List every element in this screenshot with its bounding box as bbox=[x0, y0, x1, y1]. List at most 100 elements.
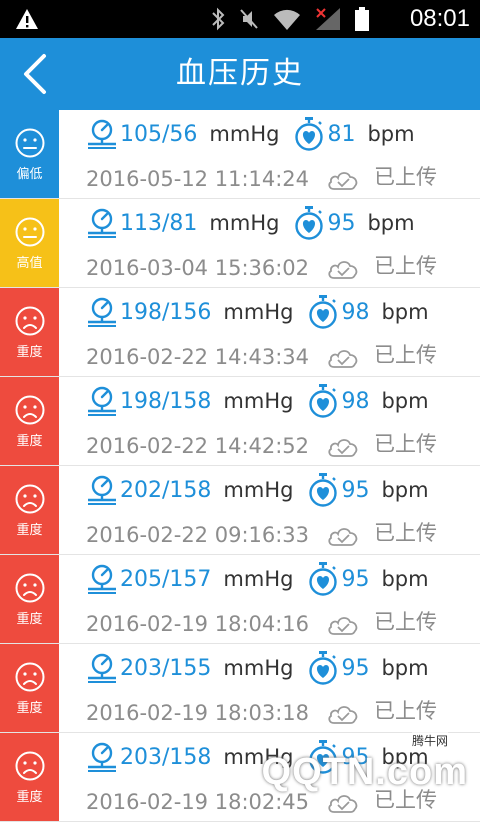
upload-status: 已上传 bbox=[374, 788, 437, 812]
heart-rate-value: 81 bbox=[327, 121, 356, 147]
face-icon bbox=[15, 484, 44, 513]
page-title: 血压历史 bbox=[176, 56, 304, 91]
blood-pressure-value: 205/157 bbox=[120, 566, 212, 592]
heart-rate-unit: bpm bbox=[381, 656, 429, 680]
level-label: 重度 bbox=[16, 700, 43, 716]
cloud-check-icon bbox=[328, 172, 358, 190]
level-label: 重度 bbox=[16, 522, 43, 538]
level-label: 偏低 bbox=[16, 166, 43, 182]
heart-rate-stopwatch-icon bbox=[295, 117, 324, 151]
blood-pressure-value: 198/156 bbox=[120, 299, 212, 325]
blood-pressure-value: 198/158 bbox=[120, 388, 212, 414]
heart-rate-stopwatch-icon bbox=[309, 295, 338, 329]
face-icon bbox=[15, 395, 44, 424]
bp-record-row[interactable]: 重度 203/158 mmHg 95 bpm 2016-02-19 18:02:… bbox=[0, 733, 480, 822]
record-datetime: 2016-05-12 11:14:24 bbox=[86, 167, 310, 191]
level-badge: 重度 bbox=[0, 377, 59, 465]
record-datetime: 2016-02-22 14:43:34 bbox=[86, 345, 310, 369]
bp-record-row[interactable]: 高值 113/81 mmHg 95 bpm 2016-03-04 15:36:0… bbox=[0, 199, 480, 288]
heart-rate-unit: bpm bbox=[367, 211, 415, 235]
blood-pressure-gauge-icon bbox=[88, 297, 116, 327]
cloud-check-icon bbox=[328, 617, 358, 635]
level-badge: 重度 bbox=[0, 466, 59, 554]
heart-rate-unit: bpm bbox=[367, 122, 415, 146]
heart-rate-stopwatch-icon bbox=[309, 651, 338, 685]
bp-record-row[interactable]: 偏低 105/56 mmHg 81 bpm 2016-05-12 11:14:2… bbox=[0, 110, 480, 199]
heart-rate-stopwatch-icon bbox=[309, 740, 338, 774]
upload-status: 已上传 bbox=[374, 610, 437, 634]
cloud-check-icon bbox=[328, 261, 358, 279]
blood-pressure-value: 203/155 bbox=[120, 655, 212, 681]
blood-pressure-gauge-icon bbox=[88, 475, 116, 505]
upload-status: 已上传 bbox=[374, 343, 437, 367]
level-label: 高值 bbox=[16, 255, 43, 271]
status-bar: 08:01 bbox=[0, 0, 480, 38]
blood-pressure-gauge-icon bbox=[88, 742, 116, 772]
blood-pressure-gauge-icon bbox=[88, 208, 116, 238]
level-badge: 高值 bbox=[0, 199, 59, 287]
blood-pressure-value: 203/158 bbox=[120, 744, 212, 770]
record-datetime: 2016-03-04 15:36:02 bbox=[86, 256, 310, 280]
pressure-unit: mmHg bbox=[223, 389, 294, 413]
face-icon bbox=[15, 306, 44, 335]
bp-record-row[interactable]: 重度 198/158 mmHg 98 bpm 2016-02-22 14:42:… bbox=[0, 377, 480, 466]
heart-rate-value: 95 bbox=[341, 477, 370, 503]
pressure-unit: mmHg bbox=[209, 211, 280, 235]
upload-status: 已上传 bbox=[374, 699, 437, 723]
level-label: 重度 bbox=[16, 344, 43, 360]
mute-icon bbox=[240, 9, 258, 29]
upload-status: 已上传 bbox=[374, 432, 437, 456]
pressure-unit: mmHg bbox=[209, 122, 280, 146]
heart-rate-stopwatch-icon bbox=[295, 206, 324, 240]
heart-rate-value: 95 bbox=[341, 566, 370, 592]
record-datetime: 2016-02-22 09:16:33 bbox=[86, 523, 310, 547]
blood-pressure-value: 113/81 bbox=[120, 210, 198, 236]
cloud-check-icon bbox=[328, 795, 358, 813]
heart-rate-unit: bpm bbox=[381, 300, 429, 324]
pressure-unit: mmHg bbox=[223, 656, 294, 680]
heart-rate-value: 95 bbox=[341, 744, 370, 770]
signal-icon bbox=[316, 8, 340, 30]
level-label: 重度 bbox=[16, 611, 43, 627]
bp-record-row[interactable]: 重度 198/156 mmHg 98 bpm 2016-02-22 14:43:… bbox=[0, 288, 480, 377]
level-badge: 重度 bbox=[0, 555, 59, 643]
upload-status: 已上传 bbox=[374, 254, 437, 278]
face-icon bbox=[15, 573, 44, 602]
pressure-unit: mmHg bbox=[223, 478, 294, 502]
bp-history-list: 偏低 105/56 mmHg 81 bpm 2016-05-12 11:14:2… bbox=[0, 110, 480, 822]
record-datetime: 2016-02-22 14:42:52 bbox=[86, 434, 310, 458]
level-label: 重度 bbox=[16, 433, 43, 449]
level-badge: 重度 bbox=[0, 733, 59, 821]
blood-pressure-gauge-icon bbox=[88, 564, 116, 594]
heart-rate-value: 95 bbox=[327, 210, 356, 236]
face-icon bbox=[15, 662, 44, 691]
blood-pressure-gauge-icon bbox=[88, 119, 116, 149]
battery-icon bbox=[355, 7, 369, 31]
bp-record-row[interactable]: 重度 202/158 mmHg 95 bpm 2016-02-22 09:16:… bbox=[0, 466, 480, 555]
heart-rate-unit: bpm bbox=[381, 745, 429, 769]
record-datetime: 2016-02-19 18:02:45 bbox=[86, 790, 310, 814]
cloud-check-icon bbox=[328, 350, 358, 368]
face-icon bbox=[15, 128, 44, 157]
heart-rate-stopwatch-icon bbox=[309, 562, 338, 596]
level-badge: 偏低 bbox=[0, 110, 59, 198]
heart-rate-value: 95 bbox=[341, 655, 370, 681]
cloud-check-icon bbox=[328, 528, 358, 546]
bluetooth-icon bbox=[212, 7, 225, 31]
wifi-icon bbox=[274, 9, 300, 30]
upload-status: 已上传 bbox=[374, 165, 437, 189]
blood-pressure-gauge-icon bbox=[88, 653, 116, 683]
blood-pressure-value: 105/56 bbox=[120, 121, 198, 147]
bp-record-row[interactable]: 重度 203/155 mmHg 95 bpm 2016-02-19 18:03:… bbox=[0, 644, 480, 733]
face-icon bbox=[15, 751, 44, 780]
pressure-unit: mmHg bbox=[223, 745, 294, 769]
heart-rate-value: 98 bbox=[341, 299, 370, 325]
blood-pressure-gauge-icon bbox=[88, 386, 116, 416]
cloud-check-icon bbox=[328, 706, 358, 724]
heart-rate-unit: bpm bbox=[381, 389, 429, 413]
level-badge: 重度 bbox=[0, 288, 59, 376]
blood-pressure-value: 202/158 bbox=[120, 477, 212, 503]
bp-record-row[interactable]: 重度 205/157 mmHg 95 bpm 2016-02-19 18:04:… bbox=[0, 555, 480, 644]
heart-rate-stopwatch-icon bbox=[309, 473, 338, 507]
clock: 08:01 bbox=[409, 5, 470, 32]
